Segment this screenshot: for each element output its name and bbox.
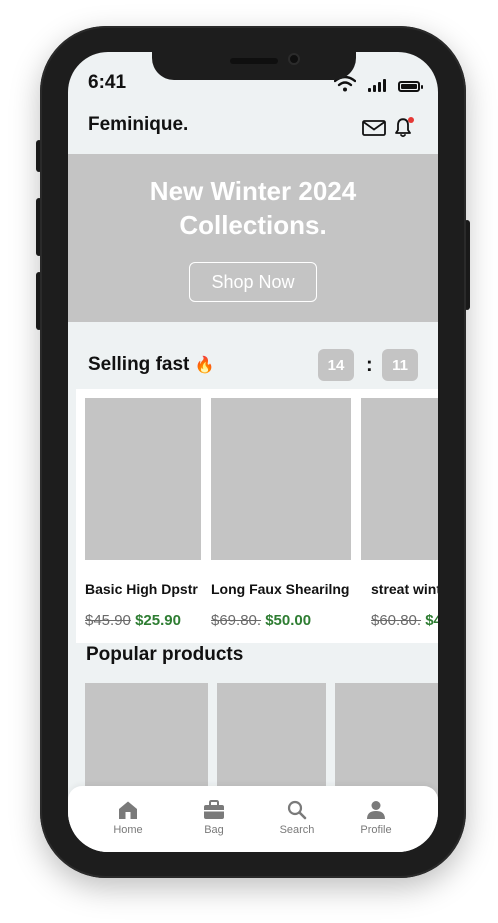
shop-now-button[interactable]: Shop Now: [189, 262, 317, 302]
product-image[interactable]: [85, 398, 201, 560]
old-price: $69.80.: [211, 612, 262, 629]
product-image[interactable]: [361, 398, 438, 560]
popular-products-title: Popular products: [86, 644, 244, 665]
timer-separator: :: [366, 354, 373, 376]
popular-product-image[interactable]: [335, 683, 438, 803]
product-name[interactable]: Basic High Dpstr: [85, 581, 198, 597]
timer-hours: 14: [318, 349, 354, 381]
popular-product-image[interactable]: [85, 683, 208, 803]
flame-icon: 🔥: [194, 357, 215, 374]
brand-logo: Feminique.: [88, 114, 189, 135]
nav-home[interactable]: Home: [93, 800, 163, 836]
product-price: $45.90 $25.90: [85, 612, 181, 629]
bag-icon: [204, 800, 224, 819]
product-image[interactable]: [211, 398, 351, 560]
home-icon: [119, 801, 137, 819]
old-price: $45.90: [85, 612, 131, 629]
phone-speaker: [230, 58, 278, 64]
front-camera: [288, 53, 300, 65]
product-name[interactable]: streat winter: [371, 581, 438, 597]
profile-icon: [367, 801, 385, 819]
sale-price: $40.00: [425, 612, 438, 629]
nav-search-label: Search: [279, 824, 315, 836]
search-icon: [287, 800, 307, 820]
sale-price: $25.90: [135, 612, 181, 629]
product-price: $69.80. $50.00: [211, 612, 311, 629]
product-price: $60.80. $40.00: [371, 612, 438, 629]
timer-minutes: 11: [382, 349, 418, 381]
notification-dot: [408, 117, 414, 123]
status-icons: [334, 76, 423, 92]
status-time: 6:41: [88, 72, 127, 93]
nav-bag-label: Bag: [204, 824, 224, 836]
selling-fast-title: Selling fast 🔥: [88, 354, 215, 376]
battery-icon: [398, 81, 423, 92]
nav-home-label: Home: [113, 824, 143, 836]
nav-search[interactable]: Search: [262, 800, 332, 836]
old-price: $60.80.: [371, 612, 422, 629]
banner-title: New Winter 2024 Collections.: [149, 176, 357, 240]
promo-banner: New Winter 2024 Collections. Shop Now: [68, 154, 438, 322]
bell-icon[interactable]: [392, 115, 416, 139]
nav-profile[interactable]: Profile: [341, 800, 411, 836]
bottom-nav: Home Bag Search Profile: [68, 786, 438, 852]
nav-profile-label: Profile: [360, 824, 392, 836]
selling-fast-label: Selling fast: [88, 354, 190, 375]
signal-icon: [368, 79, 386, 92]
sale-price: $50.00: [265, 612, 312, 629]
product-name[interactable]: Long Faux Shearilng: [211, 581, 349, 597]
nav-bag[interactable]: Bag: [179, 800, 249, 836]
phone-notch: [152, 52, 356, 80]
selling-fast-carousel[interactable]: Basic High Dpstr $45.90 $25.90 Long Faux…: [76, 389, 438, 643]
mail-icon[interactable]: [362, 120, 386, 136]
app-screen: 6:41 Feminique. New Winter 2024 Collecti…: [68, 52, 438, 852]
popular-product-image[interactable]: [217, 683, 326, 803]
